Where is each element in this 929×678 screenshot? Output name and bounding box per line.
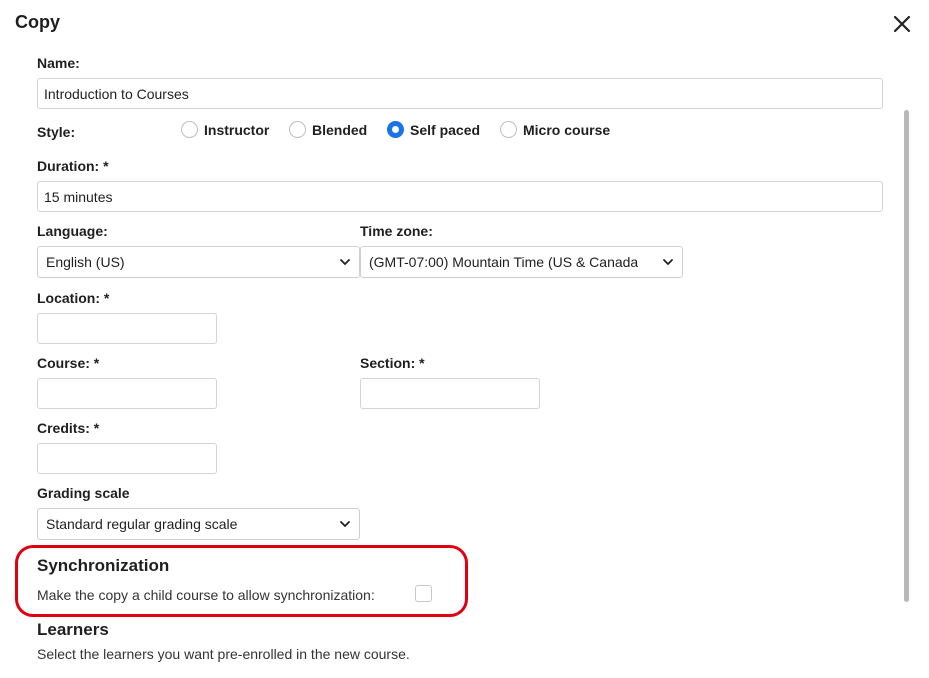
grading-scale-value: Standard regular grading scale — [46, 516, 238, 532]
radio-blended[interactable] — [289, 121, 306, 138]
close-icon[interactable] — [890, 12, 914, 36]
style-label: Style: — [37, 124, 76, 140]
course-input[interactable] — [37, 378, 217, 409]
timezone-label: Time zone: — [360, 223, 433, 239]
location-input[interactable] — [37, 313, 217, 344]
synchronization-heading: Synchronization — [37, 556, 170, 575]
duration-label: Duration: * — [37, 158, 109, 174]
course-label: Course: * — [37, 355, 100, 371]
synchronization-checkbox[interactable] — [415, 585, 432, 602]
grading-scale-label: Grading scale — [37, 485, 130, 501]
credits-input[interactable] — [37, 443, 217, 474]
synchronization-checkbox-label: Make the copy a child course to allow sy… — [37, 587, 375, 603]
style-option-instructor[interactable]: Instructor — [181, 121, 269, 138]
learners-heading: Learners — [37, 620, 109, 639]
dialog-title: Copy — [15, 12, 60, 32]
name-input[interactable] — [37, 78, 883, 109]
language-value: English (US) — [46, 254, 125, 270]
location-label: Location: * — [37, 290, 110, 306]
radio-label-micro-course: Micro course — [523, 121, 611, 138]
timezone-value: (GMT-07:00) Mountain Time (US & Canada — [369, 254, 639, 270]
section-label: Section: * — [360, 355, 425, 371]
language-label: Language: — [37, 223, 108, 239]
style-option-self-paced[interactable]: Self paced — [387, 121, 480, 138]
chevron-down-icon — [663, 259, 673, 266]
learners-description: Select the learners you want pre-enrolle… — [37, 646, 410, 662]
chevron-down-icon — [340, 521, 350, 528]
scrollbar[interactable] — [904, 110, 909, 602]
radio-instructor[interactable] — [181, 121, 198, 138]
radio-micro-course[interactable] — [500, 121, 517, 138]
name-label: Name: — [37, 55, 80, 71]
radio-self-paced[interactable] — [387, 121, 404, 138]
grading-scale-select[interactable]: Standard regular grading scale — [37, 508, 360, 540]
radio-label-self-paced: Self paced — [410, 121, 481, 138]
radio-label-instructor: Instructor — [204, 121, 270, 138]
radio-label-blended: Blended — [312, 121, 368, 138]
timezone-select[interactable]: (GMT-07:00) Mountain Time (US & Canada — [360, 246, 683, 278]
chevron-down-icon — [340, 259, 350, 266]
section-input[interactable] — [360, 378, 540, 409]
style-option-blended[interactable]: Blended — [289, 121, 367, 138]
duration-input[interactable] — [37, 181, 883, 212]
style-option-micro-course[interactable]: Micro course — [500, 121, 610, 138]
credits-label: Credits: * — [37, 420, 100, 436]
language-select[interactable]: English (US) — [37, 246, 360, 278]
